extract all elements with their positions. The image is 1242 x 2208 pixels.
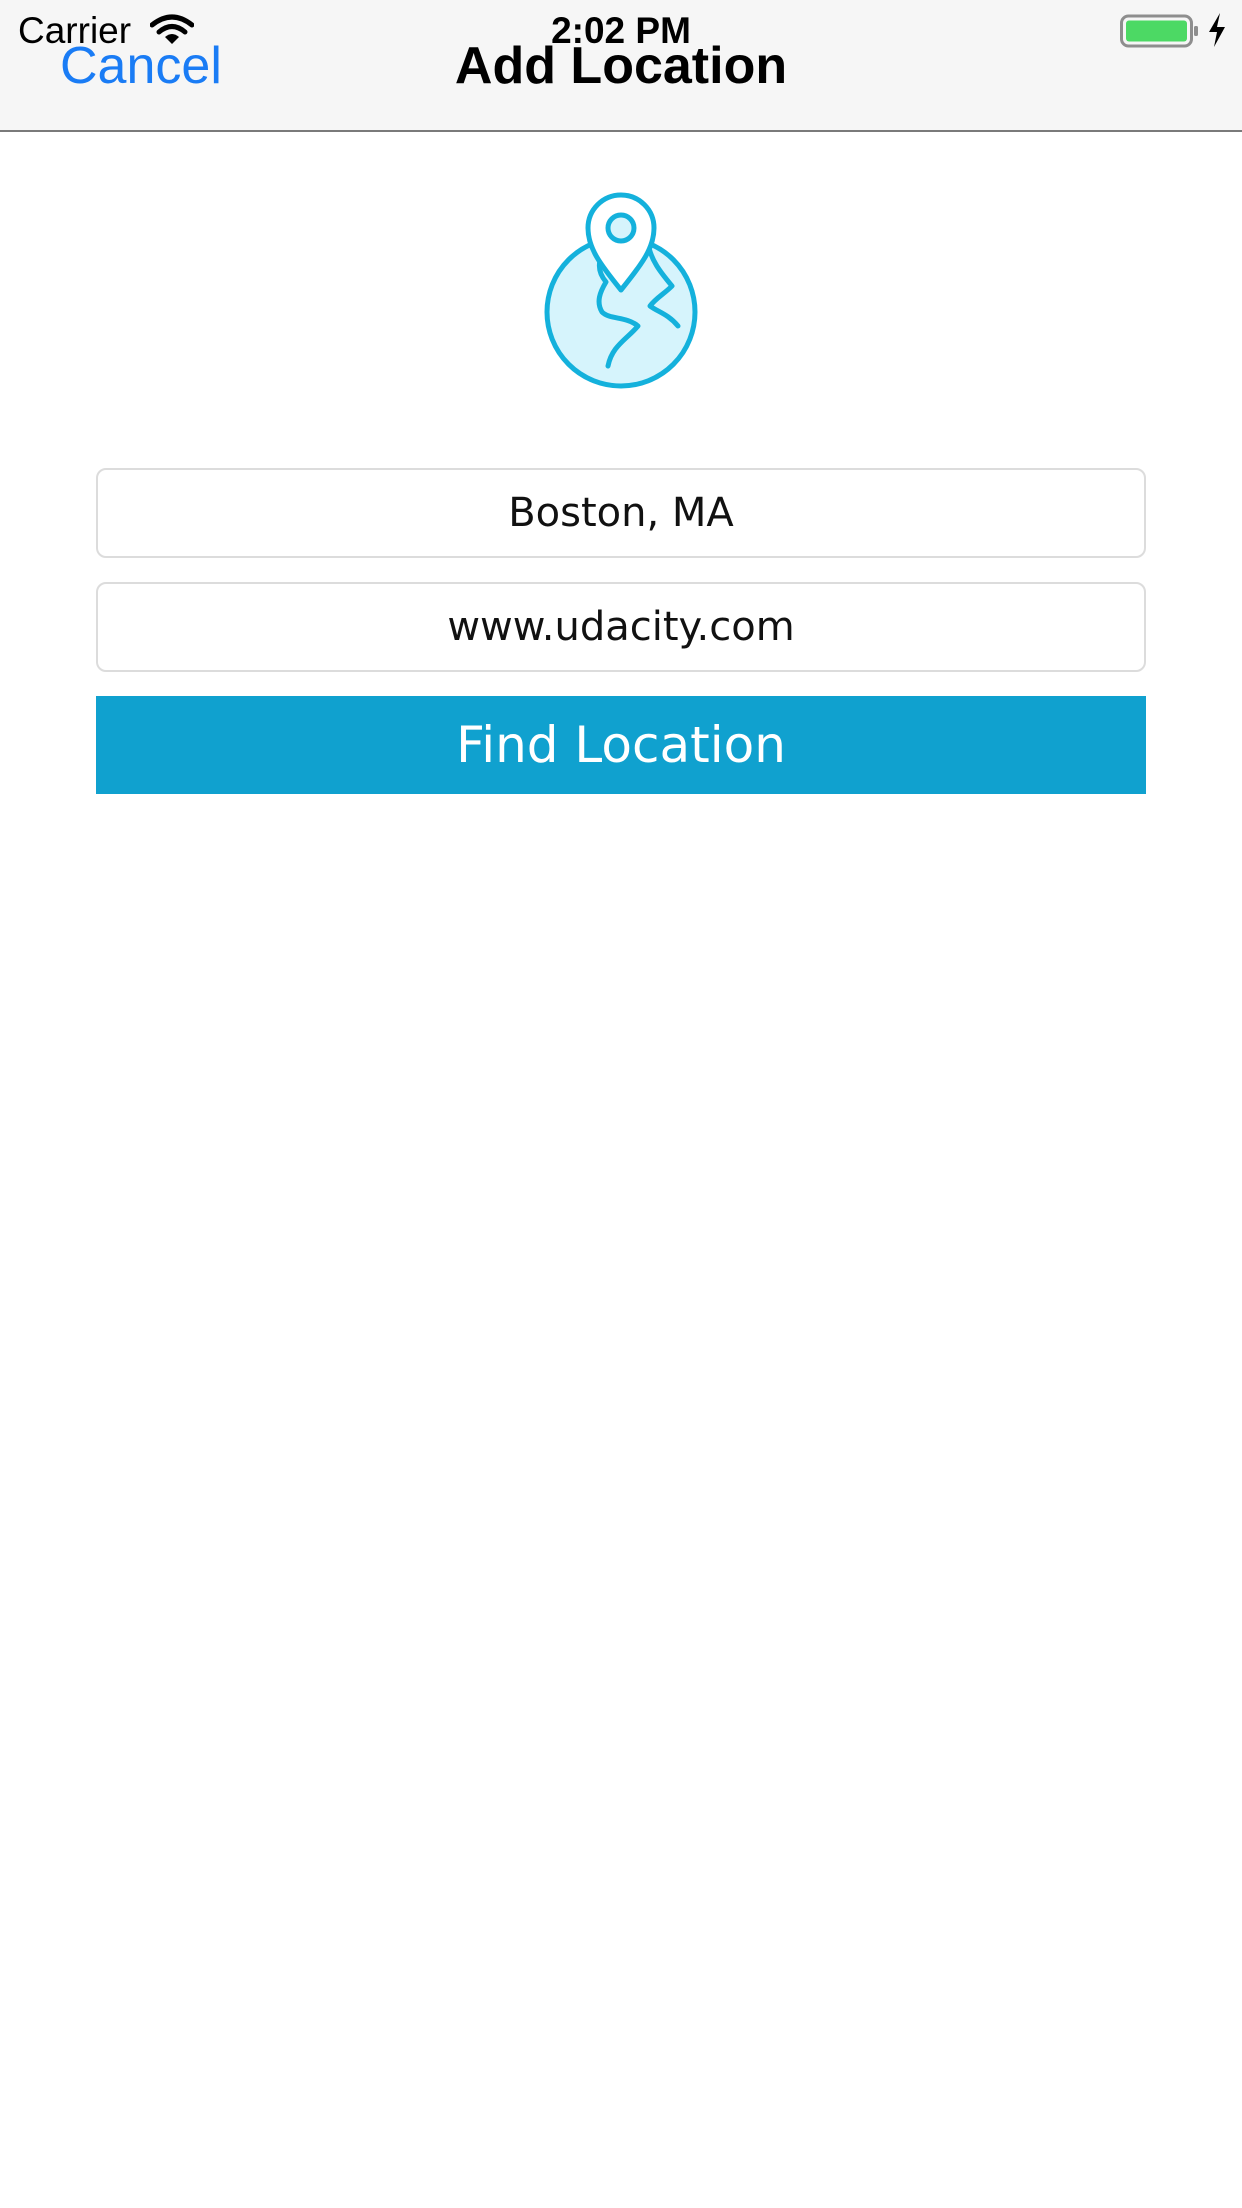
location-input[interactable] (96, 468, 1146, 558)
page-title: Add Location (454, 37, 788, 95)
website-input[interactable] (96, 582, 1146, 672)
navigation-bar: Carrier 2:02 PM Cancel Add Location (0, 0, 1242, 132)
find-location-button[interactable]: Find Location (96, 696, 1146, 794)
globe-location-pin-icon (544, 192, 698, 389)
